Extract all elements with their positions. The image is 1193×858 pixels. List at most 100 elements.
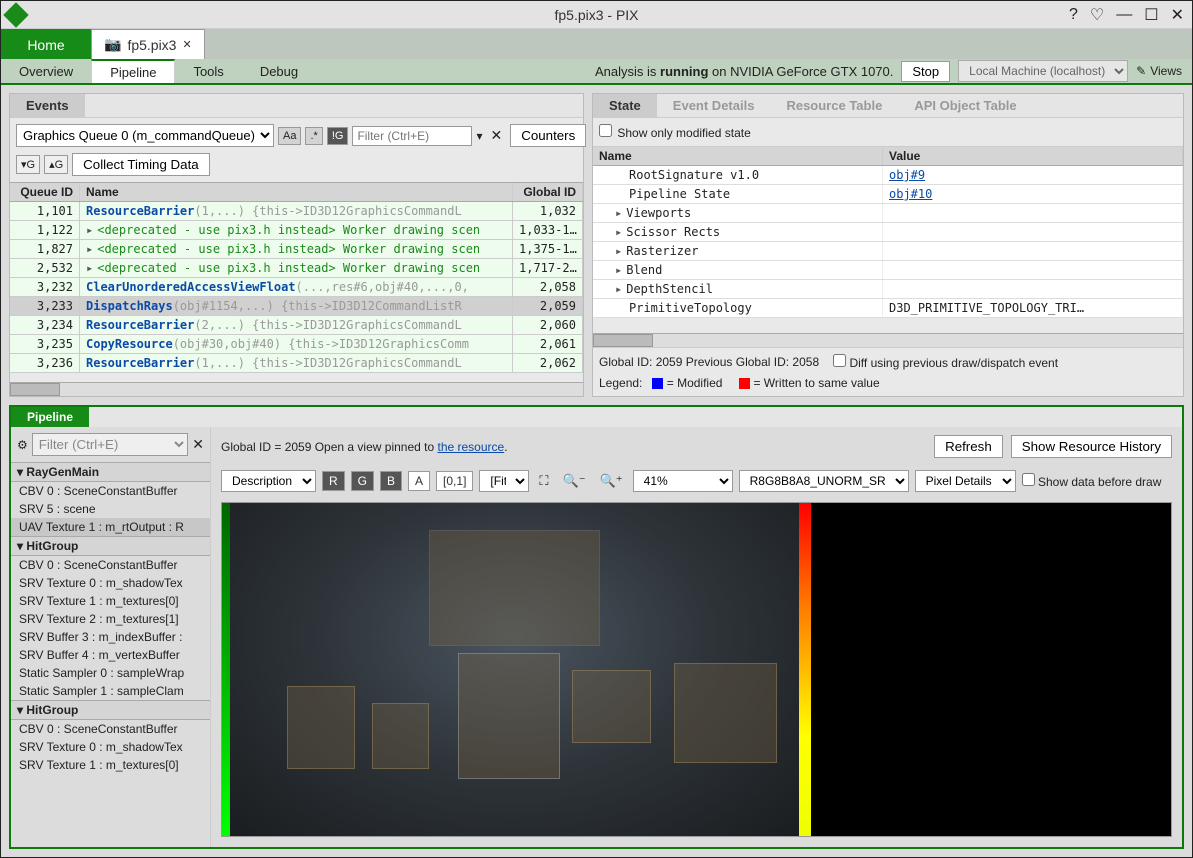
state-row[interactable]: ▸Rasterizer: [593, 242, 1183, 261]
tree-group[interactable]: ▾ HitGroup: [11, 536, 210, 556]
views-button[interactable]: ✎ Views: [1136, 64, 1182, 78]
help-icon[interactable]: ?: [1069, 6, 1078, 24]
sub-tabs: Overview Pipeline Tools Debug Analysis i…: [1, 59, 1192, 85]
down-g-button[interactable]: ▾G: [16, 155, 40, 174]
queue-select[interactable]: Graphics Queue 0 (m_commandQueue): [16, 124, 274, 147]
heart-icon[interactable]: ♡: [1090, 5, 1104, 25]
api-object-tab[interactable]: API Object Table: [898, 94, 1032, 117]
tree-item[interactable]: CBV 0 : SceneConstantBuffer: [11, 556, 210, 574]
expand-icon[interactable]: ⛶: [535, 471, 552, 491]
zoom-select[interactable]: 41%: [633, 470, 733, 492]
close-icon[interactable]: ✕: [1171, 5, 1184, 25]
counters-button[interactable]: Counters: [510, 124, 586, 147]
state-row[interactable]: ▸DepthStencil: [593, 280, 1183, 299]
pipeline-clear-filter-icon[interactable]: ✕: [192, 436, 204, 453]
event-row[interactable]: 1,101ResourceBarrier(1,...) {this->ID3D1…: [10, 202, 583, 221]
pipeline-title[interactable]: Pipeline: [11, 407, 89, 427]
tree-item[interactable]: SRV Buffer 4 : m_vertexBuffer: [11, 646, 210, 664]
tab-pipeline[interactable]: Pipeline: [91, 59, 175, 83]
events-grid-header: Queue ID Name Global ID: [10, 182, 583, 202]
event-row[interactable]: 2,532▸<deprecated - use pix3.h instead> …: [10, 259, 583, 278]
zoom-in-icon[interactable]: 🔍⁺: [596, 471, 627, 491]
tree-item[interactable]: SRV Texture 2 : m_textures[1]: [11, 610, 210, 628]
state-row[interactable]: RootSignature v1.0obj#9: [593, 166, 1183, 185]
tab-file[interactable]: 📷 fp5.pix3 ✕: [91, 29, 205, 59]
file-tab-label: fp5.pix3: [127, 37, 176, 53]
description-select[interactable]: Description: [221, 470, 316, 492]
events-tab[interactable]: Events: [10, 94, 85, 117]
channel-b[interactable]: B: [380, 471, 402, 491]
state-tab[interactable]: State: [593, 94, 657, 117]
show-modified-checkbox[interactable]: Show only modified state: [599, 124, 751, 140]
event-row[interactable]: 3,234ResourceBarrier(2,...) {this->ID3D1…: [10, 316, 583, 335]
tab-tools[interactable]: Tools: [175, 59, 241, 83]
state-row[interactable]: ▸Scissor Rects: [593, 223, 1183, 242]
tree-item[interactable]: SRV Texture 0 : m_shadowTex: [11, 574, 210, 592]
tree-item[interactable]: SRV Texture 1 : m_textures[0]: [11, 592, 210, 610]
tree-item[interactable]: SRV 5 : scene: [11, 500, 210, 518]
format-select[interactable]: R8G8B8A8_UNORM_SRGB: [739, 470, 909, 492]
event-row[interactable]: 3,235CopyResource(obj#30,obj#40) {this->…: [10, 335, 583, 354]
event-row[interactable]: 3,233DispatchRays(obj#1154,...) {this->I…: [10, 297, 583, 316]
state-col-name[interactable]: Name: [593, 147, 883, 165]
zoom-out-icon[interactable]: 🔍⁻: [559, 471, 590, 491]
tree-item[interactable]: SRV Texture 0 : m_shadowTex: [11, 738, 210, 756]
tab-debug[interactable]: Debug: [242, 59, 316, 83]
channel-a[interactable]: A: [408, 471, 430, 491]
up-g-button[interactable]: ▴G: [44, 155, 68, 174]
regex-toggle[interactable]: .*: [305, 127, 322, 145]
tree-item[interactable]: CBV 0 : SceneConstantBuffer: [11, 720, 210, 738]
resource-table-tab[interactable]: Resource Table: [770, 94, 898, 117]
machine-select[interactable]: Local Machine (localhost): [958, 60, 1128, 82]
event-row[interactable]: 3,236ResourceBarrier(1,...) {this->ID3D1…: [10, 354, 583, 373]
range-button[interactable]: [0,1]: [436, 471, 473, 491]
event-row[interactable]: 1,827▸<deprecated - use pix3.h instead> …: [10, 240, 583, 259]
tab-home[interactable]: Home: [1, 29, 91, 59]
col-name[interactable]: Name: [80, 183, 513, 201]
texture-viewport[interactable]: [221, 502, 1172, 837]
col-global-id[interactable]: Global ID: [513, 183, 583, 201]
show-history-button[interactable]: Show Resource History: [1011, 435, 1172, 458]
pipeline-filter-input[interactable]: Filter (Ctrl+E): [32, 433, 189, 456]
tree-item[interactable]: Static Sampler 0 : sampleWrap: [11, 664, 210, 682]
state-row[interactable]: ▸Blend: [593, 261, 1183, 280]
tab-overview[interactable]: Overview: [1, 59, 91, 83]
events-filter-input[interactable]: [352, 126, 472, 146]
clear-filter-icon[interactable]: ✕: [486, 127, 506, 144]
event-row[interactable]: 1,122▸<deprecated - use pix3.h instead> …: [10, 221, 583, 240]
pixel-details-select[interactable]: Pixel Details: [915, 470, 1016, 492]
tree-group[interactable]: ▾ HitGroup: [11, 700, 210, 720]
events-hscrollbar[interactable]: [10, 382, 583, 396]
event-details-tab[interactable]: Event Details: [657, 94, 771, 117]
maximize-icon[interactable]: ☐: [1144, 5, 1158, 25]
case-toggle[interactable]: Aa: [278, 127, 301, 145]
gear-icon[interactable]: ⚙: [17, 438, 28, 452]
tab-close-icon[interactable]: ✕: [182, 38, 191, 51]
state-col-value[interactable]: Value: [883, 147, 1183, 165]
state-row[interactable]: ▸Viewports: [593, 204, 1183, 223]
tree-item[interactable]: CBV 0 : SceneConstantBuffer: [11, 482, 210, 500]
legend-written-swatch: [739, 378, 750, 389]
state-hscrollbar[interactable]: [593, 333, 1183, 347]
stop-button[interactable]: Stop: [901, 61, 950, 82]
tree-item[interactable]: UAV Texture 1 : m_rtOutput : R: [11, 518, 210, 536]
refresh-button[interactable]: Refresh: [934, 435, 1003, 458]
channel-g[interactable]: G: [351, 471, 374, 491]
channel-r[interactable]: R: [322, 471, 345, 491]
state-row[interactable]: Pipeline Stateobj#10: [593, 185, 1183, 204]
diff-checkbox[interactable]: Diff using previous draw/dispatch event: [833, 354, 1058, 370]
not-g-toggle[interactable]: !G: [327, 127, 349, 145]
tree-item[interactable]: SRV Buffer 3 : m_indexBuffer :: [11, 628, 210, 646]
tree-item[interactable]: SRV Texture 1 : m_textures[0]: [11, 756, 210, 774]
minimize-icon[interactable]: —: [1116, 6, 1132, 24]
tree-item[interactable]: Static Sampler 1 : sampleClam: [11, 682, 210, 700]
resource-link[interactable]: the resource: [437, 440, 504, 454]
fit-select[interactable]: [Fit]: [479, 470, 529, 492]
state-row[interactable]: PrimitiveTopologyD3D_PRIMITIVE_TOPOLOGY_…: [593, 299, 1183, 318]
show-before-checkbox[interactable]: Show data before draw: [1022, 473, 1162, 489]
tree-group[interactable]: ▾ RayGenMain: [11, 462, 210, 482]
event-row[interactable]: 3,232ClearUnorderedAccessViewFloat(...,r…: [10, 278, 583, 297]
col-queue-id[interactable]: Queue ID: [10, 183, 80, 201]
filter-dropdown-icon[interactable]: ▾: [476, 129, 482, 143]
collect-timing-button[interactable]: Collect Timing Data: [72, 153, 210, 176]
